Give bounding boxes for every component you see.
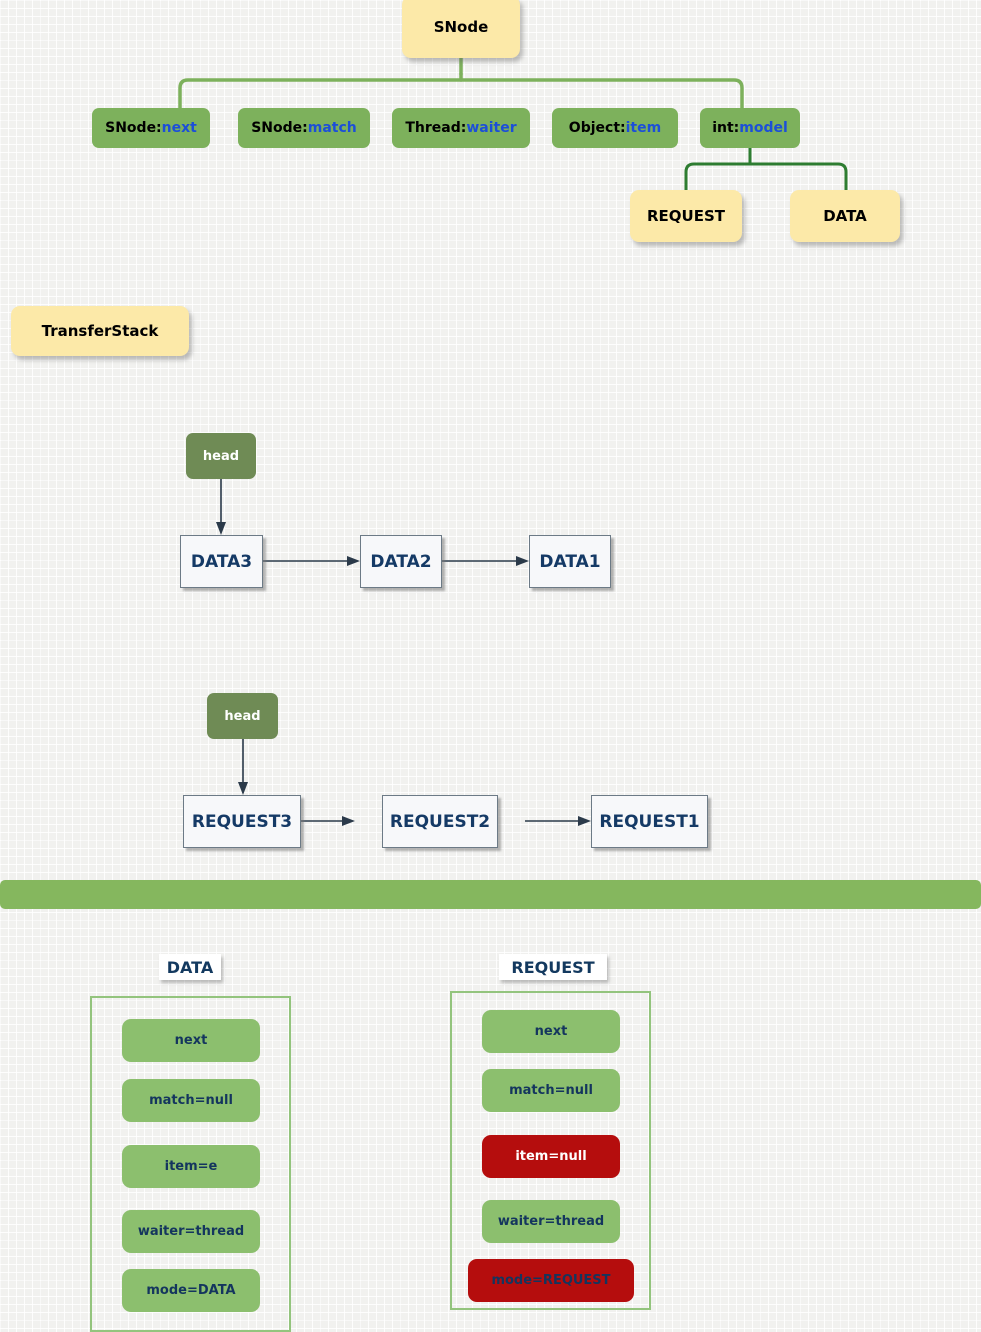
request-field-item[interactable]: item=null <box>482 1135 620 1178</box>
group-title-label: REQUEST <box>511 957 595 977</box>
group-title-label: DATA <box>166 957 214 977</box>
request-field-match[interactable]: match=null <box>482 1069 620 1112</box>
field-label: match=null <box>149 1093 233 1108</box>
request-node-label: REQUEST3 <box>191 811 293 832</box>
data-field-mode[interactable]: mode=DATA <box>122 1269 260 1312</box>
request-stack-head-marker[interactable]: head <box>207 693 278 739</box>
transfer-stack-card[interactable]: TransferStack <box>11 306 189 356</box>
transfer-stack-label: TransferStack <box>41 322 159 340</box>
field-chip-item[interactable]: Object:item <box>552 108 678 148</box>
head-label: head <box>202 448 240 464</box>
request-node-2[interactable]: REQUEST2 <box>382 795 498 848</box>
section-separator-band <box>0 880 981 909</box>
field-label: mode=REQUEST <box>491 1273 611 1288</box>
request-node-1[interactable]: REQUEST1 <box>591 795 708 848</box>
data-node-3[interactable]: DATA3 <box>180 535 263 588</box>
field-label: waiter=thread <box>137 1224 245 1239</box>
data-stack-head-marker[interactable]: head <box>186 433 256 479</box>
field-name: item <box>625 120 662 136</box>
class-root-label: SNode <box>433 18 489 36</box>
field-label: item=e <box>164 1159 218 1174</box>
request-field-waiter[interactable]: waiter=thread <box>482 1200 620 1243</box>
request-node-label: REQUEST1 <box>599 811 700 832</box>
mode-value-label: DATA <box>823 207 867 225</box>
mode-value-label: REQUEST <box>646 207 725 225</box>
field-chip-waiter[interactable]: Thread:waiter <box>392 108 530 148</box>
field-name: waiter <box>466 120 517 136</box>
request-node-3[interactable]: REQUEST3 <box>183 795 301 848</box>
field-prefix: Thread: <box>405 120 467 136</box>
field-prefix: SNode: <box>251 120 308 136</box>
class-root-snode[interactable]: SNode <box>402 0 520 58</box>
field-chip-model[interactable]: int:model <box>700 108 800 148</box>
field-prefix: Object: <box>568 120 626 136</box>
field-name: model <box>739 120 788 136</box>
field-name: next <box>161 120 197 136</box>
field-name: match <box>307 120 357 136</box>
data-field-item[interactable]: item=e <box>122 1145 260 1188</box>
data-field-match[interactable]: match=null <box>122 1079 260 1122</box>
group-title-data: DATA <box>159 954 221 980</box>
request-node-label: REQUEST2 <box>389 811 491 832</box>
diagram-canvas: SNode SNode:next SNode:match Thread:wait… <box>0 0 981 1332</box>
data-node-1[interactable]: DATA1 <box>529 535 611 588</box>
mode-value-data[interactable]: DATA <box>790 190 900 242</box>
data-node-label: DATA3 <box>190 551 253 572</box>
field-label: waiter=thread <box>497 1214 605 1229</box>
field-label: next <box>534 1024 568 1039</box>
field-label: item=null <box>515 1149 587 1164</box>
field-chip-match[interactable]: SNode:match <box>238 108 370 148</box>
request-field-next[interactable]: next <box>482 1010 620 1053</box>
field-prefix: SNode: <box>105 120 162 136</box>
field-label: next <box>174 1033 208 1048</box>
mode-value-request[interactable]: REQUEST <box>630 190 742 242</box>
field-prefix: int: <box>712 120 740 136</box>
request-field-mode[interactable]: mode=REQUEST <box>468 1259 634 1302</box>
data-node-label: DATA2 <box>370 551 432 572</box>
field-chip-next[interactable]: SNode:next <box>92 108 210 148</box>
field-label: match=null <box>509 1083 593 1098</box>
data-node-2[interactable]: DATA2 <box>360 535 442 588</box>
data-node-label: DATA1 <box>539 551 601 572</box>
data-field-next[interactable]: next <box>122 1019 260 1062</box>
field-label: mode=DATA <box>146 1283 236 1298</box>
data-field-waiter[interactable]: waiter=thread <box>122 1210 260 1253</box>
group-title-request: REQUEST <box>499 954 607 980</box>
head-label: head <box>224 708 261 724</box>
